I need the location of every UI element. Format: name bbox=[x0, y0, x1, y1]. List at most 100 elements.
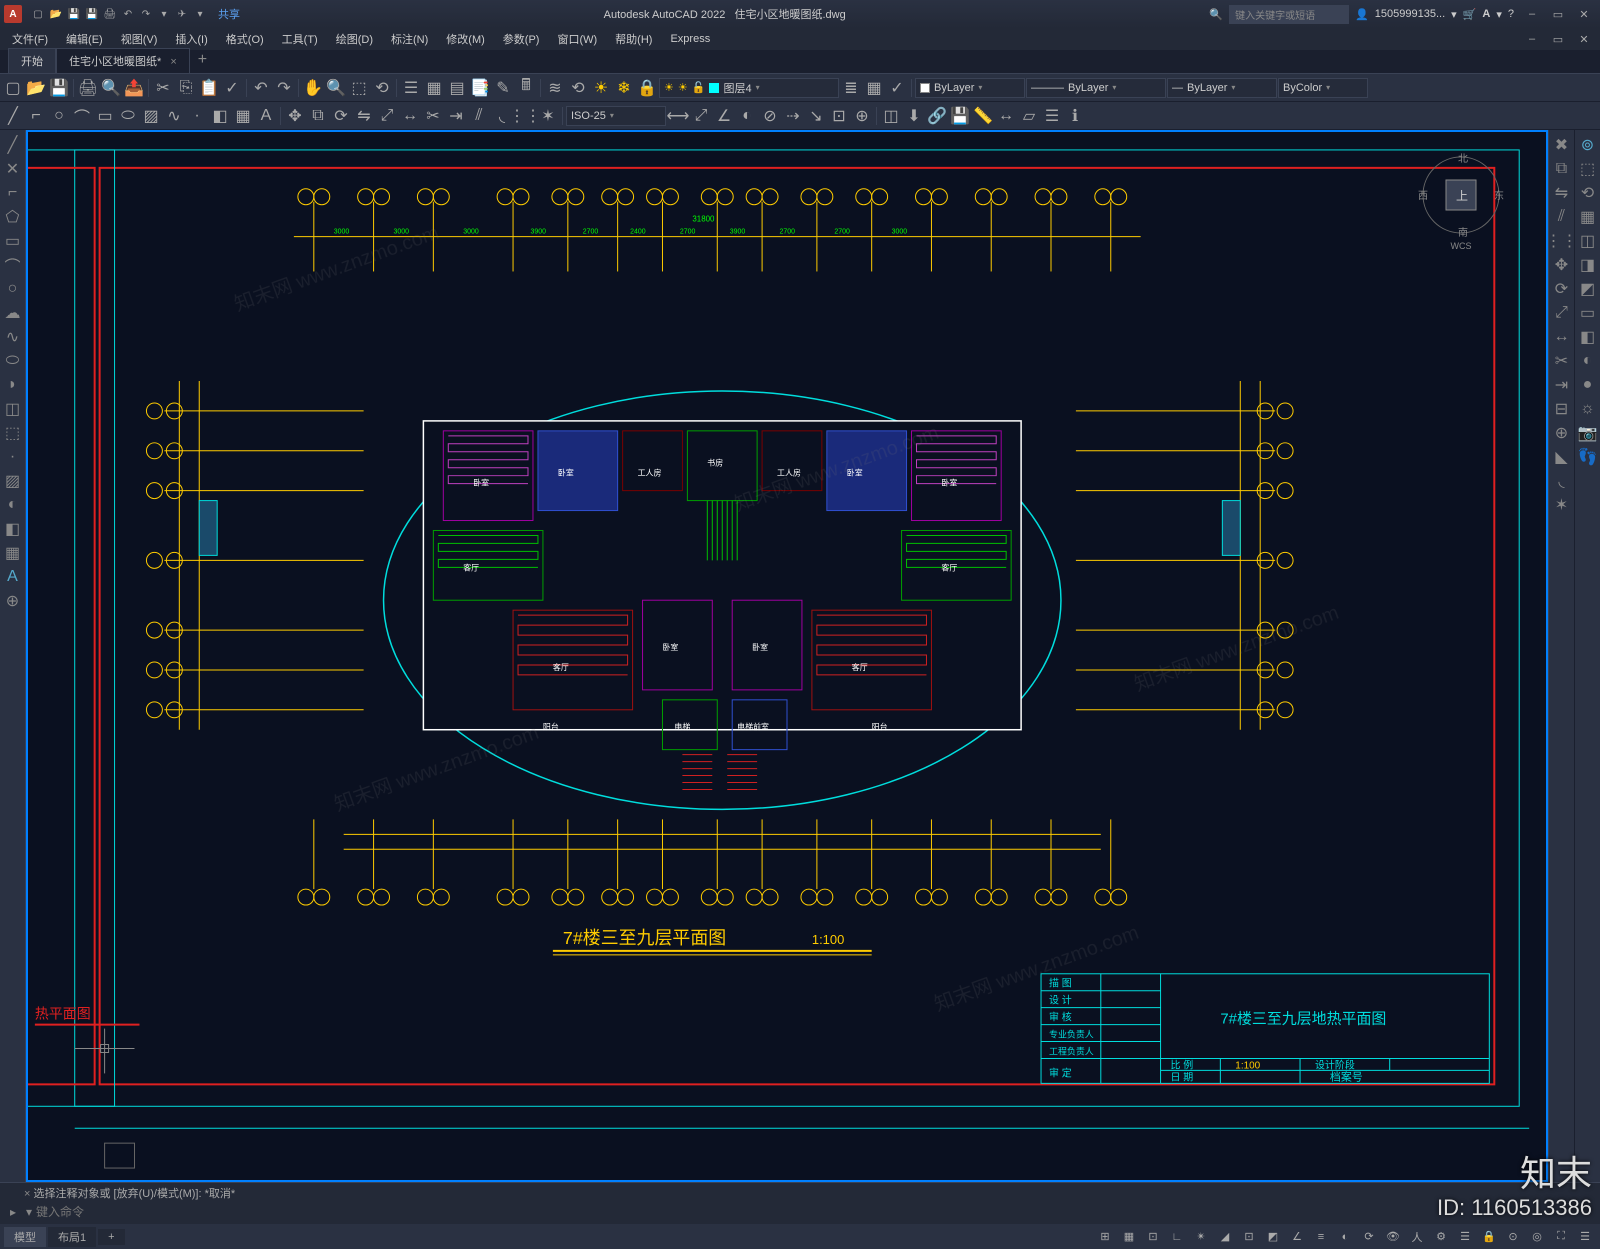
publish-icon[interactable]: 📤 bbox=[123, 77, 145, 99]
menu-help[interactable]: 帮助(H) bbox=[607, 29, 660, 49]
zoom-prev-icon[interactable]: ⟲ bbox=[371, 77, 393, 99]
id-icon[interactable]: ℹ bbox=[1064, 105, 1086, 127]
dim-continue-icon[interactable]: ⇢ bbox=[782, 105, 804, 127]
modelspace-icon[interactable]: ⊞ bbox=[1094, 1227, 1116, 1247]
zoom-icon[interactable]: 🔍 bbox=[325, 77, 347, 99]
ellipse-tool-icon[interactable]: ⬭ bbox=[117, 105, 139, 127]
viewtop-icon[interactable]: ▦ bbox=[1577, 206, 1599, 228]
trim2-icon[interactable]: ✂ bbox=[1551, 350, 1573, 372]
xref-icon[interactable]: 🔗 bbox=[926, 105, 948, 127]
array2-icon[interactable]: ⋮⋮ bbox=[1551, 230, 1573, 252]
revcloud-icon[interactable]: ☁ bbox=[2, 302, 24, 324]
annomonitor-icon[interactable]: 👁 bbox=[1382, 1227, 1404, 1247]
layer-on-icon[interactable]: ☀ bbox=[590, 77, 612, 99]
model-tab[interactable]: 模型 bbox=[4, 1227, 46, 1247]
user-name[interactable]: 1505999135... bbox=[1375, 8, 1445, 20]
wblock-icon[interactable]: 💾 bbox=[949, 105, 971, 127]
cycling-icon[interactable]: ⟳ bbox=[1358, 1227, 1380, 1247]
qat-saveas-icon[interactable]: 💾 bbox=[84, 6, 100, 22]
trim-tool-icon[interactable]: ✂ bbox=[422, 105, 444, 127]
viewiso-icon[interactable]: ◩ bbox=[1577, 278, 1599, 300]
layer-states-icon[interactable]: ≣ bbox=[840, 77, 862, 99]
centermark-icon[interactable]: ⊕ bbox=[851, 105, 873, 127]
leader-icon[interactable]: ↘ bbox=[805, 105, 827, 127]
lock-ui-icon[interactable]: 🔒 bbox=[1478, 1227, 1500, 1247]
mirror-tool-icon[interactable]: ⇋ bbox=[353, 105, 375, 127]
list-icon[interactable]: ☰ bbox=[1041, 105, 1063, 127]
visual-2d-icon[interactable]: ▭ bbox=[1577, 302, 1599, 324]
qat-dropdown-icon[interactable]: ▾ bbox=[156, 6, 172, 22]
ortho-toggle-icon[interactable]: ∟ bbox=[1166, 1227, 1188, 1247]
extend-tool-icon[interactable]: ⇥ bbox=[445, 105, 467, 127]
osnap-toggle-icon[interactable]: ⊡ bbox=[1238, 1227, 1260, 1247]
arc-tool-icon[interactable]: ⌒ bbox=[71, 105, 93, 127]
tab-current-doc[interactable]: 住宅小区地暖图纸* × bbox=[56, 48, 190, 73]
scale-tool-icon[interactable]: ⤢ bbox=[376, 105, 398, 127]
isodraft-icon[interactable]: ◢ bbox=[1214, 1227, 1236, 1247]
line-icon[interactable]: ╱ bbox=[2, 134, 24, 156]
redo-icon[interactable]: ↷ bbox=[273, 77, 295, 99]
doc-restore-button[interactable]: ▭ bbox=[1546, 30, 1570, 48]
table-tool-icon[interactable]: ▦ bbox=[232, 105, 254, 127]
stretch-tool-icon[interactable]: ↔ bbox=[399, 105, 421, 127]
polyline-tool-icon[interactable]: ⌐ bbox=[25, 105, 47, 127]
walk-icon[interactable]: 👣 bbox=[1577, 446, 1599, 468]
explode2-icon[interactable]: ✶ bbox=[1551, 494, 1573, 516]
properties-icon[interactable]: ☰ bbox=[400, 77, 422, 99]
lineweight-dropdown[interactable]: —ByLayer▾ bbox=[1167, 78, 1277, 98]
stretch2-icon[interactable]: ↔ bbox=[1551, 326, 1573, 348]
tolerance-icon[interactable]: ⊡ bbox=[828, 105, 850, 127]
menu-format[interactable]: 格式(O) bbox=[218, 29, 272, 49]
share-link[interactable]: 共享 bbox=[218, 6, 240, 22]
lwt-icon[interactable]: ≡ bbox=[1310, 1227, 1332, 1247]
cart-icon[interactable]: 🛒 bbox=[1463, 8, 1477, 21]
erase-icon[interactable]: ✖ bbox=[1551, 134, 1573, 156]
explode-tool-icon[interactable]: ✶ bbox=[537, 105, 559, 127]
gradient-icon[interactable]: ◐ bbox=[2, 494, 24, 516]
ellipse2-icon[interactable]: ⬭ bbox=[2, 350, 24, 372]
layer-lock-icon[interactable]: 🔒 bbox=[636, 77, 658, 99]
addselect-icon[interactable]: ⊕ bbox=[2, 590, 24, 612]
doc-minimize-button[interactable]: – bbox=[1520, 30, 1544, 48]
menu-insert[interactable]: 插入(I) bbox=[167, 29, 215, 49]
menu-view[interactable]: 视图(V) bbox=[113, 29, 166, 49]
point-tool-icon[interactable]: · bbox=[186, 105, 208, 127]
dim-diameter-icon[interactable]: ⊘ bbox=[759, 105, 781, 127]
extend2-icon[interactable]: ⇥ bbox=[1551, 374, 1573, 396]
color-dropdown[interactable]: ByLayer▾ bbox=[915, 78, 1025, 98]
quickprops-icon[interactable]: ☰ bbox=[1454, 1227, 1476, 1247]
area-icon[interactable]: ▱ bbox=[1018, 105, 1040, 127]
match-icon[interactable]: ✓ bbox=[221, 77, 243, 99]
menu-parametric[interactable]: 参数(P) bbox=[495, 29, 548, 49]
qat-send-icon[interactable]: ✈ bbox=[174, 6, 190, 22]
otrack-icon[interactable]: ∠ bbox=[1286, 1227, 1308, 1247]
fillet2-icon[interactable]: ◟ bbox=[1551, 470, 1573, 492]
menu-dimension[interactable]: 标注(N) bbox=[383, 29, 436, 49]
region-tool-icon[interactable]: ◧ bbox=[209, 105, 231, 127]
pline-icon[interactable]: ⌐ bbox=[2, 182, 24, 204]
text-tool-icon[interactable]: A bbox=[255, 105, 277, 127]
qat-open-icon[interactable]: 📂 bbox=[48, 6, 64, 22]
layer-icon[interactable]: ≋ bbox=[544, 77, 566, 99]
sheetset-icon[interactable]: 📑 bbox=[469, 77, 491, 99]
layer-iso-icon[interactable]: ▦ bbox=[863, 77, 885, 99]
offset2-icon[interactable]: ⫽ bbox=[1551, 206, 1573, 228]
undo-icon[interactable]: ↶ bbox=[250, 77, 272, 99]
visual-hide-icon[interactable]: ◐ bbox=[1577, 350, 1599, 372]
linetype-dropdown[interactable]: ———ByLayer▾ bbox=[1026, 78, 1166, 98]
polygon-icon[interactable]: ⬠ bbox=[2, 206, 24, 228]
paste-icon[interactable]: 📋 bbox=[198, 77, 220, 99]
workspace-icon[interactable]: ⚙ bbox=[1430, 1227, 1452, 1247]
customize-icon[interactable]: ☰ bbox=[1574, 1227, 1596, 1247]
ellipsearc-icon[interactable]: ◗ bbox=[2, 374, 24, 396]
dim-radius-icon[interactable]: ◐ bbox=[736, 105, 758, 127]
insertblock-icon[interactable]: ◫ bbox=[2, 398, 24, 420]
search-icon[interactable]: 🔍 bbox=[1209, 8, 1223, 21]
cut-icon[interactable]: ✂ bbox=[152, 77, 174, 99]
dimstyle-dropdown[interactable]: ISO-25▾ bbox=[566, 106, 666, 126]
layout-add-tab[interactable]: + bbox=[98, 1229, 124, 1245]
spline2-icon[interactable]: ∿ bbox=[2, 326, 24, 348]
mtext-icon[interactable]: A bbox=[2, 566, 24, 588]
rotate2-icon[interactable]: ⟳ bbox=[1551, 278, 1573, 300]
offset-tool-icon[interactable]: ⫽ bbox=[468, 105, 490, 127]
